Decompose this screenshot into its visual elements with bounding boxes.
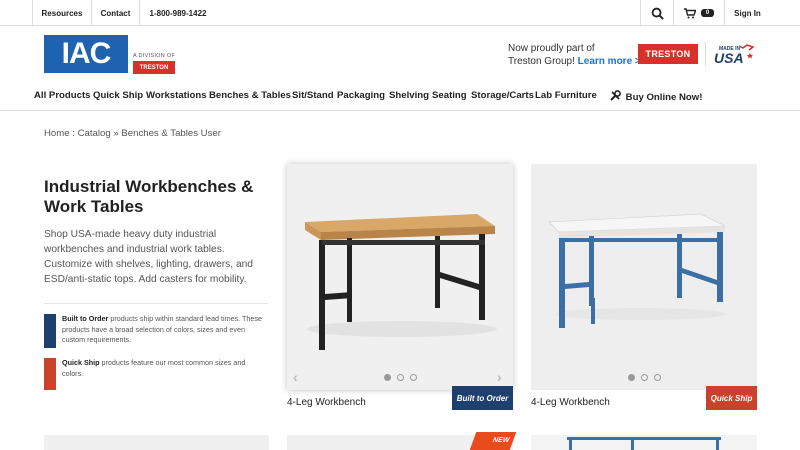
chevron-right-icon[interactable]: ›: [497, 369, 502, 385]
utility-bar: Resources Contact 1-800-989-1422 0 Sign …: [0, 0, 800, 26]
product-image[interactable]: [531, 164, 757, 390]
carousel-dots: [531, 374, 757, 381]
carousel-dot[interactable]: [396, 374, 404, 381]
built-to-order-badge: Built to Order: [452, 386, 513, 410]
legend-label: Quick Ship: [62, 358, 100, 367]
nav-shelving[interactable]: Shelving: [389, 90, 429, 101]
workbench-image: [305, 214, 497, 350]
nav-packaging[interactable]: Packaging: [337, 90, 385, 101]
learn-more-link[interactable]: Learn more >: [578, 56, 641, 67]
cart-icon: [683, 7, 696, 18]
divider: [0, 110, 800, 111]
carousel-dots: [287, 374, 513, 381]
division-brand-logo: TRESTON: [133, 61, 175, 74]
resources-link[interactable]: Resources: [33, 0, 91, 26]
nav-buy-online[interactable]: Buy Online Now!: [610, 90, 702, 103]
product-image[interactable]: [287, 164, 513, 390]
legend-built-to-order: Built to Order products ship within stan…: [44, 314, 268, 348]
product-card[interactable]: [44, 435, 269, 450]
search-button[interactable]: [641, 0, 673, 26]
carousel-dot[interactable]: [640, 374, 648, 381]
carousel-dot[interactable]: [409, 374, 417, 381]
product-card[interactable]: [531, 435, 757, 450]
nav-benches-tables[interactable]: Benches & Tables: [209, 90, 291, 101]
breadcrumb-separator: »: [113, 128, 119, 139]
product-card[interactable]: ‹ › 4-Leg Workbench Built to Order: [287, 164, 513, 410]
legend-text: Built to Order products ship within stan…: [62, 314, 267, 346]
nav-workstations[interactable]: Workstations: [146, 90, 207, 101]
product-name[interactable]: 4-Leg Workbench: [287, 397, 366, 408]
product-card[interactable]: 4-Leg Workbench Quick Ship: [531, 164, 757, 410]
nav-quick-ship[interactable]: Quick Ship: [93, 90, 143, 101]
header-tagline: Now proudly part of Treston Group! Learn…: [508, 42, 641, 68]
contact-link[interactable]: Contact: [92, 0, 139, 26]
treston-logo[interactable]: TRESTON: [638, 44, 698, 64]
tools-icon: [610, 90, 621, 101]
nav-seating[interactable]: Seating: [432, 90, 467, 101]
intro-text: Shop USA-made heavy duty industrial work…: [44, 229, 253, 285]
made-in-usa-logo: MADE IN USA: [714, 44, 755, 66]
cart-count-badge: 0: [700, 9, 715, 17]
breadcrumb: Home : Catalog » Benches & Tables User: [44, 128, 221, 139]
sign-in-link[interactable]: Sign In: [725, 0, 770, 26]
breadcrumb-current: Benches & Tables User: [121, 128, 221, 139]
nav-all-products[interactable]: All Products: [34, 90, 91, 101]
carousel-dot[interactable]: [383, 374, 391, 381]
page-title: Industrial Workbenches & Work Tables: [44, 177, 254, 216]
quick-ship-badge: Quick Ship: [706, 386, 757, 410]
chevron-left-icon[interactable]: ‹: [293, 369, 298, 385]
quick-ship-swatch: [44, 358, 56, 390]
nav-lab-furniture[interactable]: Lab Furniture: [535, 90, 597, 101]
workbench-image: [548, 213, 726, 328]
carousel-dot[interactable]: [627, 374, 635, 381]
iac-logo[interactable]: IAC: [44, 35, 128, 73]
tagline-line-2: Treston Group!: [508, 56, 575, 67]
legend-text: Quick Ship products feature our most com…: [62, 358, 267, 379]
search-icon: [651, 7, 664, 20]
breadcrumb-separator: :: [72, 128, 75, 139]
buy-online-label: Buy Online Now!: [625, 92, 703, 103]
legend-label: Built to Order: [62, 314, 109, 323]
divider: [705, 42, 706, 66]
legend-quick-ship: Quick Ship products feature our most com…: [44, 358, 268, 390]
divider: [44, 303, 268, 304]
nav-storage-carts[interactable]: Storage/Carts: [471, 90, 534, 101]
tagline-line-1: Now proudly part of: [508, 43, 595, 54]
division-label: A DIVISION OF: [133, 53, 176, 59]
product-image: [567, 437, 721, 450]
cart-button[interactable]: 0: [674, 0, 724, 26]
breadcrumb-catalog[interactable]: Catalog: [78, 128, 111, 139]
carousel-dot[interactable]: [653, 374, 661, 381]
usa-text: USA: [714, 50, 744, 66]
built-to-order-swatch: [44, 314, 56, 348]
new-badge: NEW: [469, 432, 517, 450]
nav-sit-stand[interactable]: Sit/Stand: [292, 90, 334, 101]
phone-link[interactable]: 1-800-989-1422: [140, 0, 216, 26]
breadcrumb-home[interactable]: Home: [44, 128, 70, 139]
product-name[interactable]: 4-Leg Workbench: [531, 397, 610, 408]
